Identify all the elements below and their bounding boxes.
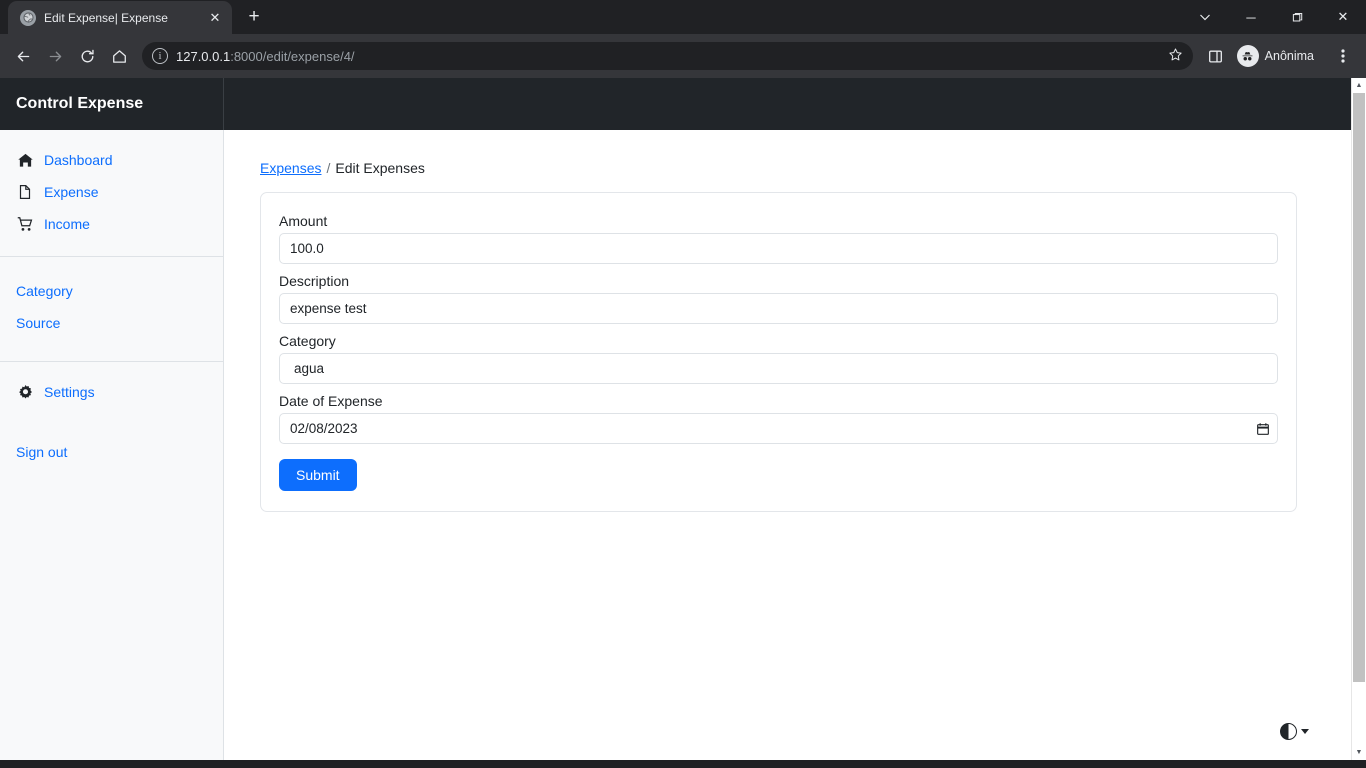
sidebar-item-label: Settings: [44, 384, 95, 400]
date-value: 02/08/2023: [290, 421, 358, 436]
new-tab-button[interactable]: +: [240, 3, 268, 31]
contrast-half-circle-icon[interactable]: [1280, 723, 1297, 740]
gear-icon: [16, 383, 34, 401]
sidebar: Dashboard Expense Income Category Source…: [0, 130, 224, 760]
category-label: Category: [279, 333, 336, 349]
address-bar[interactable]: i 127.0.0.1:8000/edit/expense/4/: [142, 42, 1193, 70]
sidebar-item-dashboard[interactable]: Dashboard: [0, 144, 223, 176]
minimize-button[interactable]: ─: [1228, 0, 1274, 34]
browser-window: Edit Expense| Expense ✕ + ─ ✕ i 127.0.0.…: [0, 0, 1366, 768]
submit-button[interactable]: Submit: [279, 459, 357, 491]
sidebar-item-income[interactable]: Income: [0, 208, 223, 240]
reload-icon[interactable]: [72, 41, 102, 71]
sidebar-item-category[interactable]: Category: [0, 275, 223, 307]
home-icon[interactable]: [104, 41, 134, 71]
tab-title: Edit Expense| Expense: [44, 10, 168, 25]
forward-arrow-icon[interactable]: [40, 41, 70, 71]
calendar-icon[interactable]: [1256, 422, 1270, 436]
description-input[interactable]: expense test: [279, 293, 1278, 324]
date-label: Date of Expense: [279, 393, 383, 409]
incognito-icon: [1236, 45, 1259, 67]
sidebar-primary-group: Dashboard Expense Income: [0, 130, 223, 257]
amount-input[interactable]: 100.0: [279, 233, 1278, 264]
amount-label: Amount: [279, 213, 328, 229]
url-text: 127.0.0.1:8000/edit/expense/4/: [176, 49, 355, 64]
window-controls: ─ ✕: [1182, 0, 1366, 34]
profile-button[interactable]: Anônima: [1233, 42, 1326, 70]
scroll-up-arrow[interactable]: ▲: [1352, 78, 1366, 93]
sidebar-item-settings[interactable]: Settings: [0, 376, 223, 408]
sidebar-item-expense[interactable]: Expense: [0, 176, 223, 208]
main-content: Expenses / Edit Expenses Amount 100.0 Desc…: [224, 130, 1351, 760]
sidebar-item-source[interactable]: Source: [0, 307, 223, 339]
sidebar-item-label: Dashboard: [44, 152, 113, 168]
description-label: Description: [279, 273, 350, 289]
browser-tab[interactable]: Edit Expense| Expense ✕: [8, 1, 232, 34]
page-scrollbar[interactable]: ▲ ▼: [1351, 78, 1366, 760]
profile-label: Anônima: [1264, 49, 1314, 63]
window-bottom-edge: [0, 760, 1366, 768]
app-brand[interactable]: Control Expense: [0, 78, 224, 130]
breadcrumb-link-expenses[interactable]: Expenses: [260, 160, 321, 176]
globe-icon: [20, 9, 36, 26]
sidebar-item-signout[interactable]: Sign out: [0, 436, 223, 468]
url-host: 127.0.0.1: [176, 48, 231, 64]
web-page: Control Expense Dashboard Expense Income…: [0, 78, 1351, 760]
page-viewport: Control Expense Dashboard Expense Income…: [0, 78, 1366, 760]
side-panel-icon[interactable]: [1201, 41, 1231, 71]
breadcrumb-separator: /: [326, 160, 331, 176]
theme-toggle[interactable]: [1280, 723, 1309, 740]
tab-search-icon[interactable]: [1182, 0, 1228, 34]
maximize-button[interactable]: [1274, 0, 1320, 34]
info-icon[interactable]: i: [152, 48, 168, 64]
close-icon[interactable]: ✕: [206, 9, 224, 27]
scrollbar-thumb[interactable]: [1353, 93, 1365, 683]
app-navbar: Control Expense: [0, 78, 1351, 130]
url-path: :8000/edit/expense/4/: [230, 48, 355, 64]
navbar-spacer: [224, 78, 1351, 130]
category-select[interactable]: agua: [279, 353, 1278, 384]
sidebar-footer-group: Settings Sign out: [0, 362, 223, 484]
breadcrumb-current: Edit Expenses: [335, 160, 425, 176]
sidebar-secondary-group: Category Source: [0, 257, 223, 362]
date-input[interactable]: 02/08/2023: [279, 413, 1278, 444]
caret-down-icon[interactable]: [1301, 729, 1309, 734]
browser-toolbar: i 127.0.0.1:8000/edit/expense/4/ Anônima: [0, 34, 1366, 78]
tab-strip: Edit Expense| Expense ✕ + ─ ✕: [0, 0, 1366, 34]
close-window-button[interactable]: ✕: [1320, 0, 1366, 34]
scrollbar-track[interactable]: [1352, 93, 1366, 745]
sidebar-item-label: Expense: [44, 184, 99, 200]
three-dots-icon[interactable]: [1328, 41, 1358, 71]
house-icon: [16, 151, 34, 169]
scroll-down-arrow[interactable]: ▼: [1352, 745, 1366, 760]
page-body: Dashboard Expense Income Category Source…: [0, 130, 1351, 760]
sidebar-item-label: Income: [44, 216, 90, 232]
file-icon: [16, 183, 34, 201]
edit-expense-form-card: Amount 100.0 Description expense test Ca…: [260, 192, 1297, 512]
star-icon[interactable]: [1168, 47, 1185, 65]
breadcrumb: Expenses / Edit Expenses: [260, 160, 1297, 176]
back-arrow-icon[interactable]: [8, 41, 38, 71]
cart-icon: [16, 215, 34, 233]
